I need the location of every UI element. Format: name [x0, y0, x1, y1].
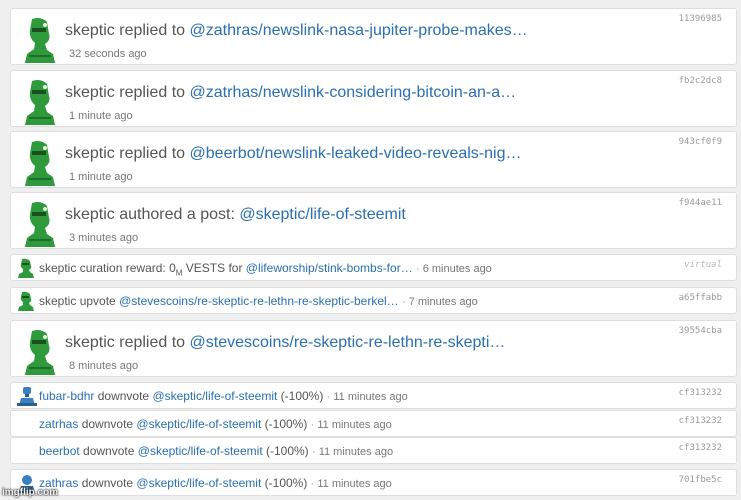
- activity-line: zatrhas downvote @skeptic/life-of-steemi…: [39, 417, 392, 431]
- timestamp: 11 minutes ago: [317, 478, 392, 490]
- separator-dot: ·: [311, 444, 316, 458]
- avatar[interactable]: [23, 328, 57, 376]
- activity-line: skeptic replied to @beerbot/newslink-lea…: [65, 145, 521, 163]
- post-link[interactable]: @zatrhas/newslink-considering-bitcoin-an…: [190, 84, 517, 101]
- feed-item: zathras downvote @skeptic/life-of-steemi…: [10, 469, 737, 496]
- transaction-hash[interactable]: 943cf0f9: [679, 137, 722, 147]
- feed-item: skeptic replied to @zatrhas/newslink-con…: [10, 70, 737, 127]
- timestamp: 6 minutes ago: [422, 263, 492, 275]
- username[interactable]: zatrhas: [39, 417, 78, 431]
- avatar[interactable]: [23, 78, 57, 126]
- transaction-hash[interactable]: 701fbe5c: [679, 475, 722, 485]
- timestamp: 11 minutes ago: [333, 391, 408, 403]
- timestamp: 3 minutes ago: [69, 232, 139, 244]
- activity-action: upvote: [79, 294, 116, 308]
- username[interactable]: skeptic: [65, 334, 115, 351]
- timestamp: 1 minute ago: [69, 171, 133, 183]
- activity-action: authored a post:: [119, 206, 235, 223]
- activity-line: skeptic curation reward: 0M VESTS for @l…: [39, 261, 492, 277]
- transaction-hash[interactable]: cf313232: [679, 443, 722, 453]
- transaction-hash[interactable]: cf313232: [679, 388, 722, 398]
- avatar[interactable]: [23, 139, 57, 187]
- activity-line: skeptic replied to @zathras/newslink-nas…: [65, 22, 528, 40]
- feed-item: skeptic upvote @stevescoins/re-skeptic-r…: [10, 287, 737, 314]
- feed-item: skeptic replied to @zathras/newslink-nas…: [10, 8, 737, 65]
- username[interactable]: skeptic: [65, 206, 115, 223]
- activity-line: fubar-bdhr downvote @skeptic/life-of-ste…: [39, 389, 408, 403]
- post-link[interactable]: @zathras/newslink-nasa-jupiter-probe-mak…: [190, 22, 528, 39]
- username[interactable]: fubar-bdhr: [39, 389, 94, 403]
- separator-dot: ·: [310, 476, 315, 490]
- transaction-hash[interactable]: a65ffabb: [679, 293, 722, 303]
- timestamp: 7 minutes ago: [408, 296, 478, 308]
- separator-dot: ·: [415, 261, 420, 275]
- post-link[interactable]: @lifeworship/stink-bombs-for…: [246, 261, 413, 275]
- transaction-hash[interactable]: f944ae11: [679, 198, 722, 208]
- activity-action: replied to: [119, 22, 186, 39]
- activity-action-extra: VESTS for: [185, 261, 243, 275]
- activity-action: downvote: [81, 476, 134, 490]
- vote-weight: (-100%): [266, 444, 309, 458]
- transaction-hash[interactable]: fb2c2dc8: [679, 76, 722, 86]
- post-link[interactable]: @beerbot/newslink-leaked-video-reveals-n…: [190, 145, 522, 162]
- activity-action: replied to: [119, 145, 186, 162]
- transaction-hash[interactable]: 11396985: [679, 14, 722, 24]
- username[interactable]: skeptic: [65, 84, 115, 101]
- watermark: imgflip.com: [2, 487, 59, 498]
- timestamp: 32 seconds ago: [69, 48, 147, 60]
- vote-weight: (-100%): [264, 417, 308, 431]
- feed-item: beerbot downvote @skeptic/life-of-steemi…: [10, 437, 737, 464]
- avatar[interactable]: [23, 16, 57, 64]
- post-link[interactable]: @skeptic/life-of-steemit: [152, 389, 277, 403]
- avatar[interactable]: [17, 258, 35, 278]
- post-link[interactable]: @skeptic/life-of-steemit: [136, 417, 261, 431]
- post-link[interactable]: @skeptic/life-of-steemit: [138, 444, 263, 458]
- feed-item: skeptic authored a post: @skeptic/life-o…: [10, 192, 737, 249]
- transaction-hash[interactable]: cf313232: [679, 416, 722, 426]
- activity-line: skeptic upvote @stevescoins/re-skeptic-r…: [39, 294, 478, 308]
- separator-dot: ·: [401, 294, 406, 308]
- separator-dot: ·: [326, 389, 331, 403]
- timestamp: 8 minutes ago: [69, 360, 139, 372]
- timestamp: 11 minutes ago: [318, 446, 394, 458]
- feed-item: skeptic replied to @stevescoins/re-skept…: [10, 320, 737, 377]
- activity-action: replied to: [119, 84, 186, 101]
- activity-action: downvote: [81, 417, 134, 431]
- feed-item: skeptic curation reward: 0M VESTS for @l…: [10, 254, 737, 281]
- timestamp: 1 minute ago: [69, 110, 133, 122]
- feed-item: fubar-bdhr downvote @skeptic/life-of-ste…: [10, 382, 737, 409]
- avatar[interactable]: [17, 291, 35, 311]
- activity-action: downvote: [97, 389, 150, 403]
- separator-dot: ·: [310, 417, 315, 431]
- post-link[interactable]: @stevescoins/re-skeptic-re-lethn-re-skep…: [190, 334, 506, 351]
- username[interactable]: beerbot: [39, 444, 80, 458]
- activity-line: skeptic replied to @zatrhas/newslink-con…: [65, 84, 516, 102]
- post-link[interactable]: @skeptic/life-of-steemit: [239, 206, 406, 223]
- username[interactable]: skeptic: [65, 145, 115, 162]
- activity-action: curation reward: 0: [79, 261, 176, 275]
- activity-action: replied to: [119, 334, 186, 351]
- vote-weight: (-100%): [280, 389, 324, 403]
- feed-item: skeptic replied to @beerbot/newslink-lea…: [10, 131, 737, 188]
- activity-line: skeptic authored a post: @skeptic/life-o…: [65, 206, 406, 224]
- unit-prefix: M: [175, 268, 183, 278]
- activity-action: downvote: [83, 444, 135, 458]
- activity-line: beerbot downvote @skeptic/life-of-steemi…: [39, 444, 393, 458]
- post-link[interactable]: @stevescoins/re-skeptic-re-lethn-re-skep…: [119, 294, 399, 308]
- username[interactable]: skeptic: [65, 22, 115, 39]
- avatar[interactable]: [17, 386, 37, 406]
- vote-weight: (-100%): [264, 476, 308, 490]
- activity-line: skeptic replied to @stevescoins/re-skept…: [65, 334, 505, 352]
- username[interactable]: skeptic: [39, 261, 76, 275]
- transaction-hash[interactable]: 39554cba: [679, 326, 722, 336]
- timestamp: 11 minutes ago: [317, 419, 392, 431]
- avatar[interactable]: [23, 200, 57, 248]
- transaction-hash: virtual: [684, 260, 722, 270]
- username[interactable]: skeptic: [39, 294, 76, 308]
- post-link[interactable]: @skeptic/life-of-steemit: [136, 476, 261, 490]
- activity-line: zathras downvote @skeptic/life-of-steemi…: [39, 476, 392, 490]
- feed-item: zatrhas downvote @skeptic/life-of-steemi…: [10, 410, 737, 437]
